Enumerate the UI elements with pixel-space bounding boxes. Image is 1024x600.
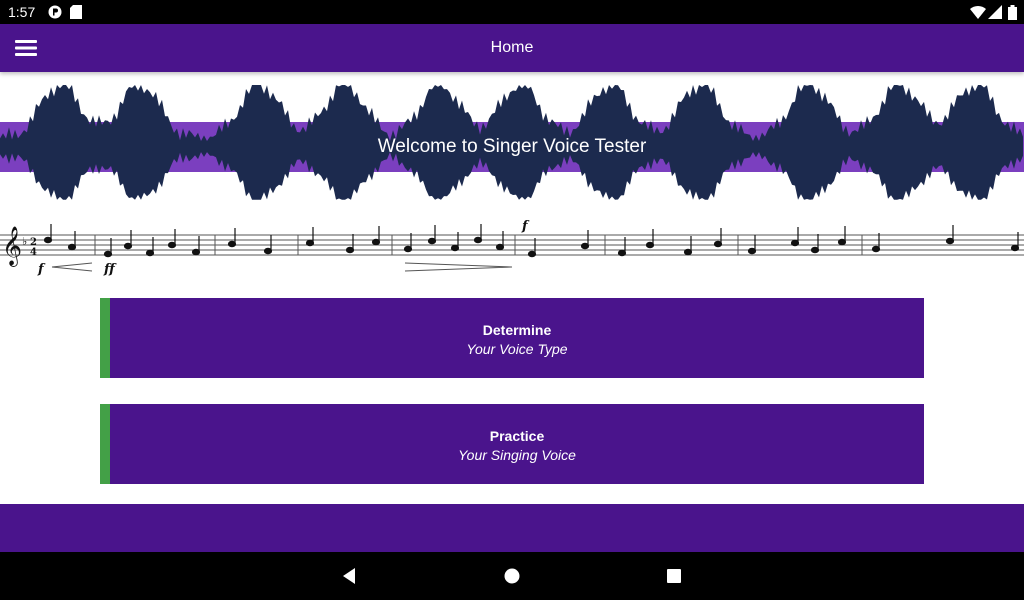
card-title: Practice [489, 428, 545, 444]
recents-icon[interactable] [662, 564, 686, 588]
notification-p-icon [48, 5, 62, 24]
svg-text:f: f [521, 219, 530, 234]
page-title: Home [490, 39, 534, 56]
svg-text:♭: ♭ [22, 235, 27, 248]
svg-text:ff: ff [103, 262, 117, 277]
battery-icon [1008, 5, 1017, 25]
status-bar: 1:57 [0, 0, 1024, 24]
card-title: Determine [482, 322, 552, 338]
sd-card-icon [70, 5, 82, 24]
app-bar: Home [0, 24, 1024, 72]
welcome-text: Welcome to Singer Voice Tester [377, 136, 647, 157]
card-subtitle: Your Voice Type [466, 341, 568, 357]
card-subtitle: Your Singing Voice [458, 447, 576, 463]
practice-singing-voice-button[interactable]: Practice Your Singing Voice [100, 404, 924, 484]
wifi-icon [970, 5, 986, 24]
navigation-bar [0, 552, 1024, 600]
determine-voice-type-button[interactable]: Determine Your Voice Type [100, 298, 924, 378]
status-time: 1:57 [8, 4, 36, 20]
music-staff-image: 𝄞 ♭ 2 4 f ff f [0, 215, 1024, 277]
svg-text:f: f [37, 262, 46, 277]
svg-text:𝄞: 𝄞 [2, 226, 22, 267]
signal-icon [988, 5, 1002, 24]
back-icon[interactable] [338, 564, 362, 588]
footer-bar [0, 504, 1024, 552]
svg-text:4: 4 [30, 247, 37, 258]
home-icon[interactable] [500, 564, 524, 588]
